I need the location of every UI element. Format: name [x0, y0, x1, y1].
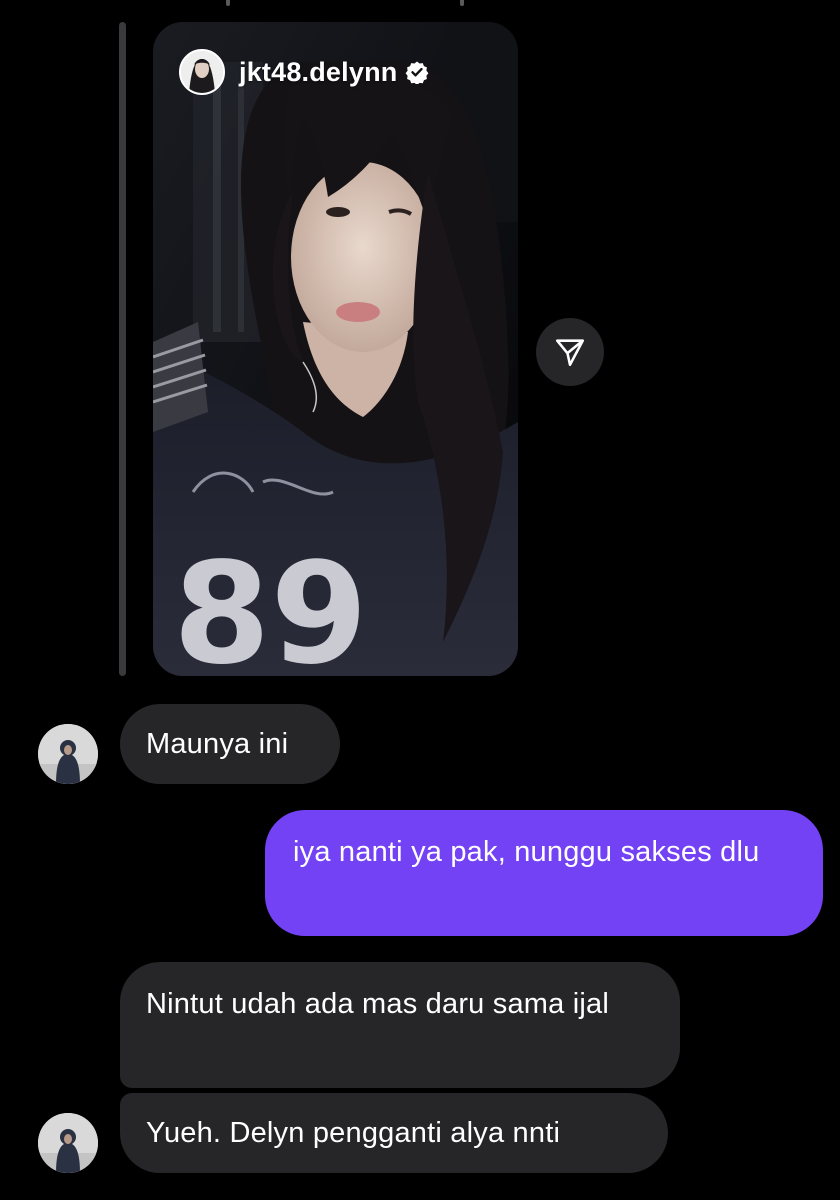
outgoing-message[interactable]: iya nanti ya pak, nunggu sakses dlu: [265, 810, 823, 936]
story-photo: 89: [153, 22, 518, 676]
message-text: Maunya ini: [146, 728, 289, 760]
reply-thread-line: [119, 22, 126, 676]
incoming-message[interactable]: Maunya ini: [120, 704, 340, 784]
message-text: Nintut udah ada mas daru sama ijal: [146, 988, 609, 1020]
message-text: Yueh. Delyn pengganti alya nnti: [146, 1117, 561, 1149]
shared-story-card[interactable]: 89 jkt48.delynn: [153, 22, 518, 676]
share-button[interactable]: [536, 318, 604, 386]
top-edge-mark: [460, 0, 464, 6]
shirt-number: 89: [173, 533, 368, 676]
story-header[interactable]: jkt48.delynn: [179, 48, 429, 96]
sender-avatar[interactable]: [38, 724, 98, 784]
story-username[interactable]: jkt48.delynn: [239, 57, 397, 88]
message-text: iya nanti ya pak, nunggu sakses dlu: [293, 836, 760, 868]
incoming-message[interactable]: Nintut udah ada mas daru sama ijal: [120, 962, 680, 1088]
story-author-avatar[interactable]: [179, 49, 225, 95]
verified-badge-icon: [406, 61, 429, 84]
send-icon: [555, 339, 585, 367]
sender-avatar[interactable]: [38, 1113, 98, 1173]
incoming-message[interactable]: Yueh. Delyn pengganti alya nnti: [120, 1093, 668, 1173]
avatar-photo: [38, 724, 98, 784]
avatar-photo: [38, 1113, 98, 1173]
avatar-photo: [181, 51, 223, 93]
top-edge-mark: [226, 0, 230, 6]
